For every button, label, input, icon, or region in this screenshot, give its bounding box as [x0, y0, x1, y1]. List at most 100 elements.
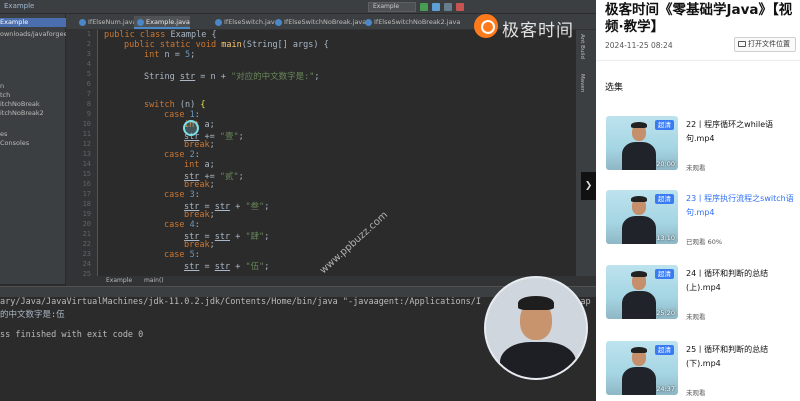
- line-number: 11: [82, 130, 91, 138]
- line-number: 15: [82, 170, 91, 178]
- thumb-body: [622, 216, 656, 244]
- code-line: break;: [184, 180, 215, 190]
- code-line: switch (n) {: [144, 100, 206, 110]
- thumb-body: [622, 142, 656, 170]
- thumb-hair: [631, 196, 647, 202]
- ide-toolbar: Example Example: [0, 0, 596, 14]
- episode-thumbnail: 超清 20:00: [606, 116, 678, 170]
- run-icon: [420, 3, 428, 11]
- code-line: public static void main(String[] args) {: [124, 40, 329, 50]
- project-row: Consoles: [0, 139, 30, 147]
- episode-name: 22丨程序循环之while语句.mp4: [686, 120, 774, 143]
- open-folder-button[interactable]: 打开文件位置: [734, 37, 796, 52]
- side-tool-strip: Ant Build Maven: [576, 30, 596, 276]
- crumb-method: main(): [143, 277, 164, 284]
- code-line: case 1:: [164, 110, 200, 120]
- coverage-icon: [444, 3, 452, 11]
- code-line: break;: [184, 240, 215, 250]
- line-number: 14: [82, 160, 91, 168]
- presenter-body: [500, 342, 576, 378]
- thumb-hair: [631, 271, 647, 277]
- code-line: case 5:: [164, 250, 200, 260]
- thumb-body: [622, 367, 656, 395]
- episode-status: 未观看: [686, 389, 706, 397]
- episode-status: 已观看 60%: [686, 238, 723, 246]
- episode-name: 23丨程序执行流程之switch语句.mp4: [686, 194, 794, 217]
- quality-badge: 超清: [655, 120, 674, 130]
- open-folder-label: 打开文件位置: [748, 40, 790, 48]
- presenter-hair: [518, 296, 554, 310]
- brand-name: 极客时间: [502, 21, 574, 41]
- console-line: 的中文数字是:伍: [0, 310, 65, 320]
- editor-tab-active: Example.java: [134, 16, 190, 29]
- code-line: case 3:: [164, 190, 200, 200]
- line-number: 19: [82, 210, 91, 218]
- editor-tab: IfElseNum.java: [76, 16, 137, 29]
- line-number: 20: [82, 220, 91, 228]
- divider: [596, 60, 800, 61]
- quality-badge: 超清: [655, 194, 674, 204]
- line-number: 10: [82, 120, 91, 128]
- thumb-body: [622, 291, 656, 319]
- debug-icon: [432, 3, 440, 11]
- line-number: 13: [82, 150, 91, 158]
- episode-item[interactable]: 超清 24:37 25丨循环和判断的总结(下).mp4 未观看: [606, 341, 800, 399]
- code-line: String str = n + "对应的中文数字是:";: [144, 72, 320, 82]
- console-line: ss finished with exit code 0: [0, 330, 144, 340]
- editor-tab: IfElseSwitchNoBreak.java: [272, 16, 366, 29]
- line-number: 4: [86, 60, 91, 68]
- episode-name: 24丨循环和判断的总结(上).mp4: [686, 269, 769, 292]
- run-config-select: Example: [368, 2, 416, 12]
- episode-thumbnail: 超清 24:37: [606, 341, 678, 395]
- episode-duration: 24:37: [656, 385, 675, 393]
- line-number: 18: [82, 200, 91, 208]
- line-number: 12: [82, 140, 91, 148]
- project-row: n: [0, 82, 5, 90]
- mouse-cursor-highlight: [183, 120, 199, 136]
- line-number: 8: [86, 100, 91, 108]
- project-row: ownloads/javaforgeek: [0, 30, 66, 38]
- project-row: itchNoBreak: [0, 100, 40, 108]
- episode-name: 25丨循环和判断的总结(下).mp4: [686, 345, 769, 368]
- geekbang-logo-icon: [474, 14, 498, 38]
- episode-thumbnail: 超清 25:20: [606, 265, 678, 319]
- code-line: case 2:: [164, 150, 200, 160]
- episode-item-active[interactable]: 超清 13:10 23丨程序执行流程之switch语句.mp4 已观看 60%: [606, 190, 800, 248]
- playlist-panel: 极客时间《零基础学Java》【视频·教学】 2024-11-25 08:24 打…: [596, 0, 800, 401]
- video-player[interactable]: Example Example Example ownloads/javafor…: [0, 0, 596, 401]
- line-number: 5: [86, 70, 91, 78]
- project-row: itchNoBreak2: [0, 109, 44, 117]
- ant-build-tab: Ant Build: [579, 34, 585, 59]
- editor-tab: IfElseSwitchNoBreak2.java: [362, 16, 460, 29]
- code-line: public class Example {: [104, 30, 217, 40]
- line-number: 16: [82, 180, 91, 188]
- line-number: 9: [86, 110, 91, 118]
- line-number: 2: [86, 40, 91, 48]
- episode-status: 未观看: [686, 164, 706, 172]
- project-row: tch: [0, 91, 11, 99]
- episode-item[interactable]: 超清 20:00 22丨程序循环之while语句.mp4 未观看: [606, 116, 800, 174]
- line-number: 7: [86, 90, 91, 98]
- collapse-playlist-button[interactable]: ❯: [581, 172, 596, 200]
- stop-icon: [456, 3, 464, 11]
- episode-status: 未观看: [686, 313, 706, 321]
- console-line: ary/Java/JavaVirtualMachines/jdk-11.0.2.…: [0, 297, 482, 307]
- episode-thumbnail: 超清 13:10: [606, 190, 678, 244]
- code-line: break;: [184, 140, 215, 150]
- quality-badge: 超清: [655, 345, 674, 355]
- episode-duration: 13:10: [656, 234, 675, 242]
- code-line: str = str + "伍";: [184, 262, 270, 272]
- project-panel: Example ownloads/javaforgeek n tch itchN…: [0, 14, 66, 284]
- folder-icon: [738, 41, 746, 47]
- code-line: case 4:: [164, 220, 200, 230]
- episode-duration: 20:00: [656, 160, 675, 168]
- presenter-camera: [484, 276, 588, 380]
- line-number: 1: [86, 30, 91, 38]
- episode-item[interactable]: 超清 25:20 24丨循环和判断的总结(上).mp4 未观看: [606, 265, 800, 323]
- episodes-section-label: 选集: [605, 83, 624, 93]
- line-number: 22: [82, 240, 91, 248]
- line-number: 21: [82, 230, 91, 238]
- code-line: break;: [184, 210, 215, 220]
- course-date: 2024-11-25 08:24: [605, 41, 673, 50]
- thumb-hair: [631, 122, 647, 128]
